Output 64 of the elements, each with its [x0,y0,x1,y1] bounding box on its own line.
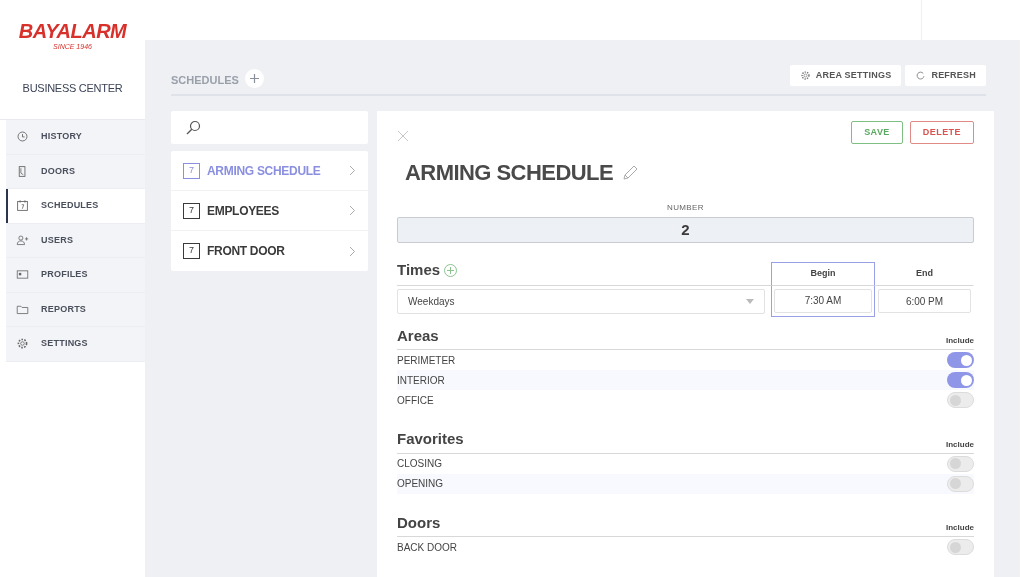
toolbar-button[interactable]: REFRESH [905,65,986,86]
column-header: Include [946,522,974,534]
sidebar-item[interactable]: PROFILES [6,258,145,293]
section-title: Favorites [397,429,464,449]
chevron-icon [349,205,356,216]
page-title: SCHEDULES [171,72,239,88]
chevron-icon [349,245,356,257]
search-icon [185,119,201,136]
item-label: BACK DOOR [397,540,457,555]
sidebar-item[interactable]: USERS [6,223,145,258]
gear-icon [799,70,811,81]
sidebar-item[interactable]: SETTINGS [6,327,145,362]
calendar-icon: 7 [183,162,200,179]
refresh-icon [915,70,927,81]
id-card-icon [16,268,29,282]
door-icon [16,164,29,178]
search-field[interactable] [171,111,368,144]
close-icon[interactable] [397,130,409,142]
calendar-icon [16,199,29,213]
column-header: Begin [810,266,836,280]
toggle-switch[interactable] [947,372,974,388]
sidebar-title: BUSINESS CENTER [22,81,123,97]
schedule-title: ARMING SCHEDULE [405,159,614,187]
number-field[interactable]: 2 [397,217,974,243]
delete-button[interactable]: DELETE [909,121,974,144]
section-title: Areas [397,325,439,346]
toggle-switch[interactable] [947,392,974,408]
history-icon [16,130,29,144]
pencil-icon[interactable] [621,163,640,182]
item-label: CLOSING [397,457,442,471]
caret-icon [746,298,754,304]
plus-icon [447,266,455,274]
column-header: Include [946,438,974,451]
chevron-icon [349,165,356,176]
section-title: Doors [397,512,441,533]
time-field[interactable]: 7:30 AM [774,288,872,313]
item-label: PERIMETER [397,353,456,368]
item-label: OFFICE [397,393,434,408]
sidebar-item[interactable]: SCHEDULES [6,189,145,224]
column-header: Include [946,335,974,347]
users-icon [16,233,29,247]
item-label: INTERIOR [397,373,445,388]
schedule-item[interactable]: 7 FRONT DOOR [171,231,368,271]
plus-icon [248,73,260,84]
calendar-icon: 7 [183,202,200,219]
gear-icon [16,337,29,351]
toggle-switch[interactable] [947,455,974,472]
section-title: Times [397,260,441,280]
toggle-switch[interactable] [947,352,974,368]
sidebar-item[interactable]: DOORS [6,154,145,189]
calendar-icon: 7 [183,243,200,259]
schedule-item[interactable]: 7 EMPLOYEES [171,191,368,231]
add-schedule-button[interactable] [244,69,264,88]
time-field[interactable]: 6:00 PM [878,289,971,313]
toggle-switch[interactable] [947,539,974,555]
toolbar-button[interactable]: AREA SETTINGS [789,65,902,86]
days-dropdown[interactable]: Weekdays [397,288,765,314]
column-header: End [916,266,933,280]
brand-logo: BAYALARM [18,21,127,41]
sidebar-item[interactable]: REPORTS [6,292,145,327]
number-label: NUMBER [666,202,705,214]
toggle-switch[interactable] [947,475,974,492]
sidebar-item[interactable]: HISTORY [6,120,145,155]
item-label: OPENING [397,477,444,491]
